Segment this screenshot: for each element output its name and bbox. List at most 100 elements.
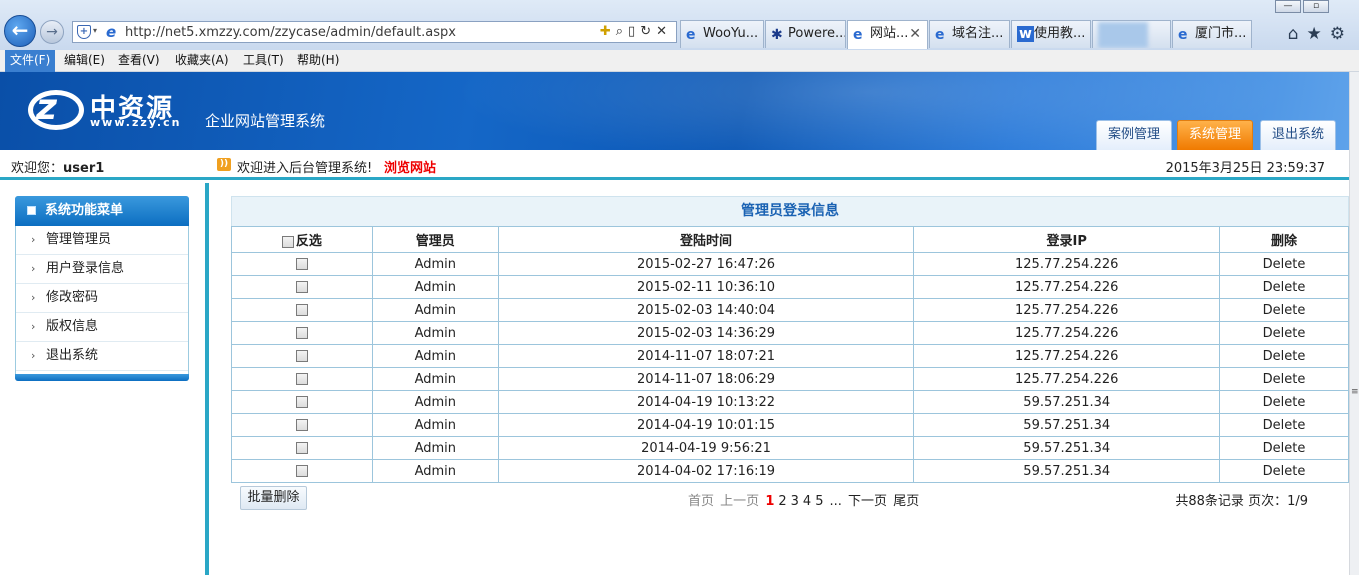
sidebar-item[interactable]: › 退出系统	[16, 342, 188, 371]
pager: 首页 上一页 1 2 3 4 5... 下一页 尾页	[688, 490, 921, 509]
delete-link[interactable]: Delete	[1219, 298, 1349, 322]
sidebar-item-label[interactable]: 用户登录信息	[46, 261, 124, 276]
row-checkbox-cell[interactable]	[231, 321, 373, 345]
pager-page-number[interactable]: 3	[791, 494, 799, 509]
ie-icon: e	[935, 27, 945, 43]
row-checkbox[interactable]	[295, 419, 308, 431]
row-checkbox[interactable]	[295, 258, 308, 270]
row-checkbox[interactable]	[295, 281, 308, 293]
browser-tab[interactable]: e 网站... ✕	[847, 20, 928, 49]
browser-tab[interactable]: e WooYu...	[680, 20, 764, 48]
sidebar-item[interactable]: › 版权信息	[16, 313, 188, 342]
sidebar-item-label[interactable]: 退出系统	[46, 348, 98, 363]
delete-link[interactable]: Delete	[1219, 436, 1349, 460]
sidebar-item[interactable]: › 管理管理员	[16, 226, 188, 255]
row-checkbox-cell[interactable]	[231, 367, 373, 391]
browser-tab[interactable]: ✱ Powere...	[765, 20, 846, 48]
browser-tab[interactable]: w 使用教...	[1011, 20, 1091, 48]
forward-button[interactable]: →	[40, 20, 64, 44]
back-button[interactable]: ←	[4, 15, 36, 47]
gear-icon[interactable]: ⚙	[1330, 24, 1353, 44]
pager-page-number[interactable]: 1	[765, 494, 774, 509]
sidebar-item[interactable]: › 修改密码	[16, 284, 188, 313]
browser-tab[interactable]: e 域名注...	[929, 20, 1010, 48]
star-icon[interactable]: ★	[1307, 24, 1330, 44]
tab-system-management[interactable]: 系统管理	[1177, 120, 1253, 150]
addon-icon[interactable]: ✚	[600, 24, 616, 39]
pager-last[interactable]: 尾页	[893, 494, 919, 509]
admin-cell: Admin	[371, 367, 499, 391]
compat-view-icon[interactable]: ▯	[628, 24, 640, 39]
row-checkbox-cell[interactable]	[231, 390, 373, 414]
chevron-down-icon[interactable]: ▾	[93, 26, 97, 35]
delete-link[interactable]: Delete	[1219, 321, 1349, 345]
chevron-right-icon: ›	[31, 349, 36, 362]
browse-site-link[interactable]: 浏览网站	[384, 157, 436, 176]
row-checkbox[interactable]	[295, 442, 308, 454]
minimize-button[interactable]: —	[1275, 0, 1301, 13]
row-checkbox[interactable]	[295, 396, 308, 408]
admin-cell: Admin	[371, 436, 499, 460]
scroll-grip-icon[interactable]: ≡	[1351, 387, 1359, 397]
address-tools[interactable]: ✚⌕▯↻✕	[600, 24, 672, 39]
pager-page-number[interactable]: 4	[803, 494, 811, 509]
delete-link[interactable]: Delete	[1219, 367, 1349, 391]
admin-cell: Admin	[371, 390, 499, 414]
delete-link[interactable]: Delete	[1219, 275, 1349, 299]
tab-case-management[interactable]: 案例管理	[1096, 120, 1172, 150]
url-text[interactable]: http://net5.xmzzy.com/zzycase/admin/defa…	[125, 25, 456, 40]
column-select-inverse[interactable]: 反选	[231, 226, 373, 253]
close-tab-icon[interactable]: ✕	[909, 21, 921, 47]
pager-next[interactable]: 下一页	[848, 494, 887, 509]
menu-item[interactable]: 文件(F)	[5, 50, 56, 72]
row-checkbox-cell[interactable]	[231, 275, 373, 299]
tab-logout[interactable]: 退出系统	[1260, 120, 1336, 150]
table-row: Admin 2014-04-19 10:01:15 59.57.251.34 Dele…	[231, 413, 1349, 437]
table-row: Admin 2015-02-11 10:36:10 125.77.254.226 De…	[231, 275, 1349, 299]
row-checkbox-cell[interactable]	[231, 344, 373, 368]
row-checkbox[interactable]	[295, 304, 308, 316]
column-admin: 管理员	[371, 226, 499, 253]
menu-item[interactable]: 编辑(E)	[59, 50, 110, 72]
browser-tab[interactable]: e 厦门市...	[1172, 20, 1252, 48]
menu-item[interactable]: 帮助(H)	[292, 50, 344, 72]
admin-cell: Admin	[371, 413, 499, 437]
compat-shield-icon[interactable]: +	[77, 25, 91, 39]
maximize-button[interactable]: ▫	[1303, 0, 1329, 13]
browser-tab[interactable]: e	[1092, 20, 1171, 48]
close-icon[interactable]: ✕	[656, 24, 672, 39]
delete-link[interactable]: Delete	[1219, 252, 1349, 276]
pager-page-number[interactable]: 5	[815, 494, 823, 509]
sidebar-item-label[interactable]: 修改密码	[46, 290, 98, 305]
menu-item[interactable]: 工具(T)	[238, 50, 289, 72]
row-checkbox-cell[interactable]	[231, 252, 373, 276]
row-checkbox[interactable]	[295, 373, 308, 385]
search-icon[interactable]: ⌕	[616, 24, 628, 39]
delete-link[interactable]: Delete	[1219, 390, 1349, 414]
delete-link[interactable]: Delete	[1219, 344, 1349, 368]
row-checkbox-cell[interactable]	[231, 436, 373, 460]
login-time-cell: 2014-11-07 18:07:21	[497, 344, 915, 368]
refresh-icon[interactable]: ↻	[640, 24, 656, 39]
sidebar-item-label[interactable]: 版权信息	[46, 319, 98, 334]
home-icon[interactable]: ⌂	[1288, 24, 1307, 44]
sidebar-item-label[interactable]: 管理管理员	[46, 232, 111, 247]
column-select-label[interactable]: 反选	[296, 234, 322, 249]
sidebar-item[interactable]: › 用户登录信息	[16, 255, 188, 284]
row-checkbox-cell[interactable]	[231, 298, 373, 322]
row-checkbox[interactable]	[295, 327, 308, 339]
vertical-scrollbar[interactable]: ≡	[1349, 72, 1359, 575]
row-checkbox[interactable]	[295, 465, 308, 477]
menu-item[interactable]: 查看(V)	[113, 50, 165, 72]
row-checkbox[interactable]	[295, 350, 308, 362]
select-all-checkbox[interactable]	[281, 235, 294, 248]
table-row: Admin 2014-11-07 18:06:29 125.77.254.226 De…	[231, 367, 1349, 391]
address-bar[interactable]: + ▾ e http://net5.xmzzy.com/zzycase/admi…	[72, 21, 677, 43]
delete-link[interactable]: Delete	[1219, 413, 1349, 437]
menu-item[interactable]: 收藏夹(A)	[170, 50, 234, 72]
delete-link[interactable]: Delete	[1219, 459, 1349, 483]
pager-page-number[interactable]: 2	[778, 494, 786, 509]
row-checkbox-cell[interactable]	[231, 413, 373, 437]
row-checkbox-cell[interactable]	[231, 459, 373, 483]
batch-delete-button[interactable]: 批量删除	[240, 486, 307, 510]
